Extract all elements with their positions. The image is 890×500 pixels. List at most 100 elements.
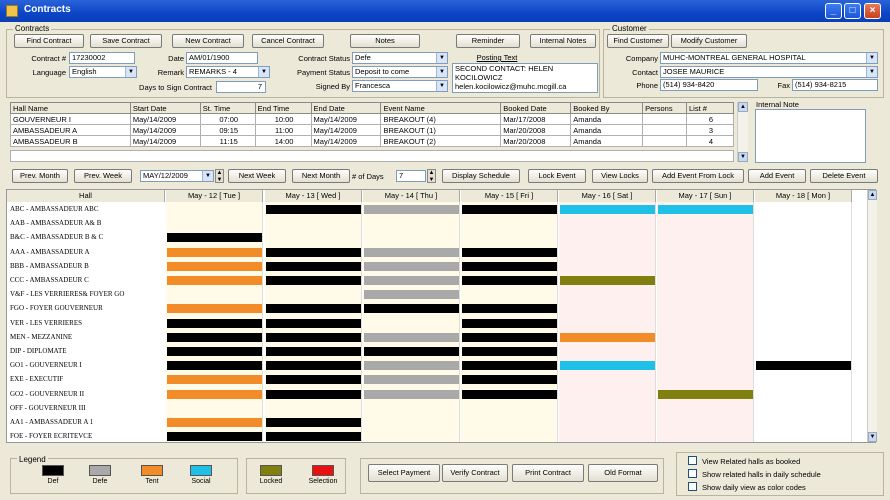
col-hall-name[interactable]: Hall Name bbox=[10, 102, 131, 114]
booking-cell[interactable] bbox=[266, 318, 361, 328]
print-contract-button[interactable]: Print Contract bbox=[512, 464, 584, 482]
booking-cell[interactable] bbox=[167, 375, 262, 385]
booking-cell[interactable] bbox=[167, 361, 262, 371]
hall-row-label[interactable]: FGO - FOYER GOUVERNEUR bbox=[10, 302, 166, 314]
hall-row-label[interactable]: BBB - AMBASSADEUR B bbox=[10, 260, 166, 272]
booking-cell[interactable] bbox=[658, 205, 753, 214]
day-column[interactable] bbox=[559, 202, 656, 442]
booking-cell[interactable] bbox=[167, 347, 262, 356]
language-select[interactable]: English bbox=[69, 66, 137, 78]
date-field[interactable]: AM/01/1900 bbox=[186, 52, 258, 64]
booking-cell[interactable] bbox=[266, 375, 361, 385]
table-row[interactable]: GOUVERNEUR I May/14/2009 07:00 10:00 May… bbox=[10, 113, 734, 125]
verify-contract-button[interactable]: Verify Contract bbox=[442, 464, 508, 482]
display-schedule-button[interactable]: Display Schedule bbox=[442, 169, 520, 183]
company-select[interactable]: MUHC-MONTREAL GENERAL HOSPITAL bbox=[660, 52, 878, 64]
booking-cell[interactable] bbox=[266, 247, 361, 257]
scroll-down-icon[interactable]: ▼ bbox=[738, 152, 748, 162]
prev-month-button[interactable]: Prev. Month bbox=[12, 169, 68, 183]
col-end-time[interactable]: End Time bbox=[254, 102, 312, 114]
table-row[interactable]: AMBASSADEUR A May/14/2009 09:15 11:00 Ma… bbox=[10, 124, 734, 136]
hall-row-label[interactable]: V&F - LES VERRIERES& FOYER GO bbox=[10, 288, 166, 300]
contact-select[interactable]: JOSEE MAURICE bbox=[660, 66, 878, 78]
modify-customer-button[interactable]: Modify Customer bbox=[671, 34, 747, 48]
booking-cell[interactable] bbox=[462, 389, 557, 399]
schedule-scrollbar[interactable]: ▲ ▼ bbox=[867, 190, 877, 442]
booking-cell[interactable] bbox=[167, 247, 262, 257]
internal-notes-button[interactable]: Internal Notes bbox=[530, 34, 596, 48]
day-header[interactable]: May - 16 [ Sat ] bbox=[559, 190, 656, 202]
booking-cell[interactable] bbox=[266, 418, 361, 427]
booking-cell[interactable] bbox=[364, 304, 459, 314]
hall-row-label[interactable]: GO1 - GOUVERNEUR I bbox=[10, 359, 166, 371]
hall-row-label[interactable]: AA1 - AMBASSADEUR A 1 bbox=[10, 416, 166, 428]
booking-cell[interactable] bbox=[266, 347, 361, 356]
remark-select[interactable]: REMARKS - 4 bbox=[186, 66, 270, 78]
booking-cell[interactable] bbox=[756, 361, 851, 371]
booking-cell[interactable] bbox=[167, 432, 262, 442]
find-customer-button[interactable]: Find Customer bbox=[607, 34, 669, 48]
booking-cell[interactable] bbox=[462, 276, 557, 285]
col-start-date[interactable]: Start Date bbox=[129, 102, 201, 114]
hall-row-label[interactable]: AAA - AMBASSADEUR A bbox=[10, 246, 166, 258]
maximize-button[interactable]: □ bbox=[844, 3, 861, 19]
booking-cell[interactable] bbox=[364, 247, 459, 257]
next-week-button[interactable]: Next Week bbox=[228, 169, 286, 183]
booking-cell[interactable] bbox=[266, 276, 361, 285]
booking-cell[interactable] bbox=[167, 233, 262, 243]
booking-cell[interactable] bbox=[266, 304, 361, 314]
days-spinner-icon[interactable]: ▲ ▼ bbox=[427, 169, 436, 183]
day-header[interactable]: May - 12 [ Tue ] bbox=[166, 190, 263, 202]
find-contract-button[interactable]: Find Contract bbox=[14, 34, 84, 48]
booking-cell[interactable] bbox=[364, 276, 459, 285]
booking-cell[interactable] bbox=[364, 375, 459, 385]
booking-cell[interactable] bbox=[364, 290, 459, 300]
add-event-button[interactable]: Add Event bbox=[748, 169, 806, 183]
day-column[interactable] bbox=[755, 202, 852, 442]
next-month-button[interactable]: Next Month bbox=[292, 169, 350, 183]
contract-number-field[interactable]: 17230002 bbox=[69, 52, 135, 64]
new-contract-button[interactable]: New Contract bbox=[172, 34, 244, 48]
old-format-button[interactable]: Old Format bbox=[588, 464, 658, 482]
show-daily-color-checkbox[interactable] bbox=[688, 482, 697, 491]
show-related-daily-checkbox[interactable] bbox=[688, 469, 697, 478]
signed-by-select[interactable]: Francesca bbox=[352, 80, 448, 92]
col-end-date[interactable]: End Date bbox=[310, 102, 382, 114]
col-booked-by[interactable]: Booked By bbox=[570, 102, 644, 114]
booking-cell[interactable] bbox=[167, 332, 262, 342]
booking-cell[interactable] bbox=[167, 318, 262, 328]
booking-cell[interactable] bbox=[560, 361, 655, 371]
booking-cell[interactable] bbox=[266, 261, 361, 271]
hall-row-label[interactable]: B&C - AMBASSADEUR B & C bbox=[10, 231, 166, 243]
hall-row-label[interactable]: EXE - EXECUTIF bbox=[10, 373, 166, 385]
delete-event-button[interactable]: Delete Event bbox=[810, 169, 878, 183]
col-list-number[interactable]: List # bbox=[686, 102, 734, 114]
booking-cell[interactable] bbox=[266, 205, 361, 214]
booking-cell[interactable] bbox=[462, 347, 557, 356]
day-header[interactable]: May - 17 [ Sun ] bbox=[657, 190, 754, 202]
posting-text-field[interactable]: SECOND CONTACT: HELEN KOCILOWICZ helen.k… bbox=[452, 63, 598, 93]
day-column[interactable] bbox=[363, 202, 460, 442]
col-st-time[interactable]: St. Time bbox=[199, 102, 256, 114]
booking-cell[interactable] bbox=[560, 276, 655, 285]
halls-table-scrollbar[interactable]: ▲ ▼ bbox=[737, 102, 748, 162]
booking-cell[interactable] bbox=[364, 347, 459, 356]
booking-cell[interactable] bbox=[462, 205, 557, 214]
phone-field[interactable]: (514) 934-8420 bbox=[660, 79, 758, 91]
booking-cell[interactable] bbox=[167, 304, 262, 314]
booking-cell[interactable] bbox=[266, 361, 361, 371]
booking-cell[interactable] bbox=[658, 389, 753, 399]
add-event-from-lock-button[interactable]: Add Event From Lock bbox=[652, 169, 744, 183]
table-row[interactable]: AMBASSADEUR B May/14/2009 11:15 14:00 Ma… bbox=[10, 135, 734, 147]
days-to-sign-field[interactable]: 7 bbox=[216, 81, 266, 93]
save-contract-button[interactable]: Save Contract bbox=[90, 34, 162, 48]
booking-cell[interactable] bbox=[266, 389, 361, 399]
view-locks-button[interactable]: View Locks bbox=[592, 169, 648, 183]
schedule-scroll-down-icon[interactable]: ▼ bbox=[868, 432, 877, 442]
booking-cell[interactable] bbox=[462, 261, 557, 271]
schedule-date-select[interactable]: MAY/12/2009 bbox=[140, 170, 214, 182]
booking-cell[interactable] bbox=[266, 432, 361, 442]
booking-cell[interactable] bbox=[364, 261, 459, 271]
booking-cell[interactable] bbox=[560, 205, 655, 214]
hall-row-label[interactable]: AAB - AMBASSADEUR A& B bbox=[10, 217, 166, 229]
